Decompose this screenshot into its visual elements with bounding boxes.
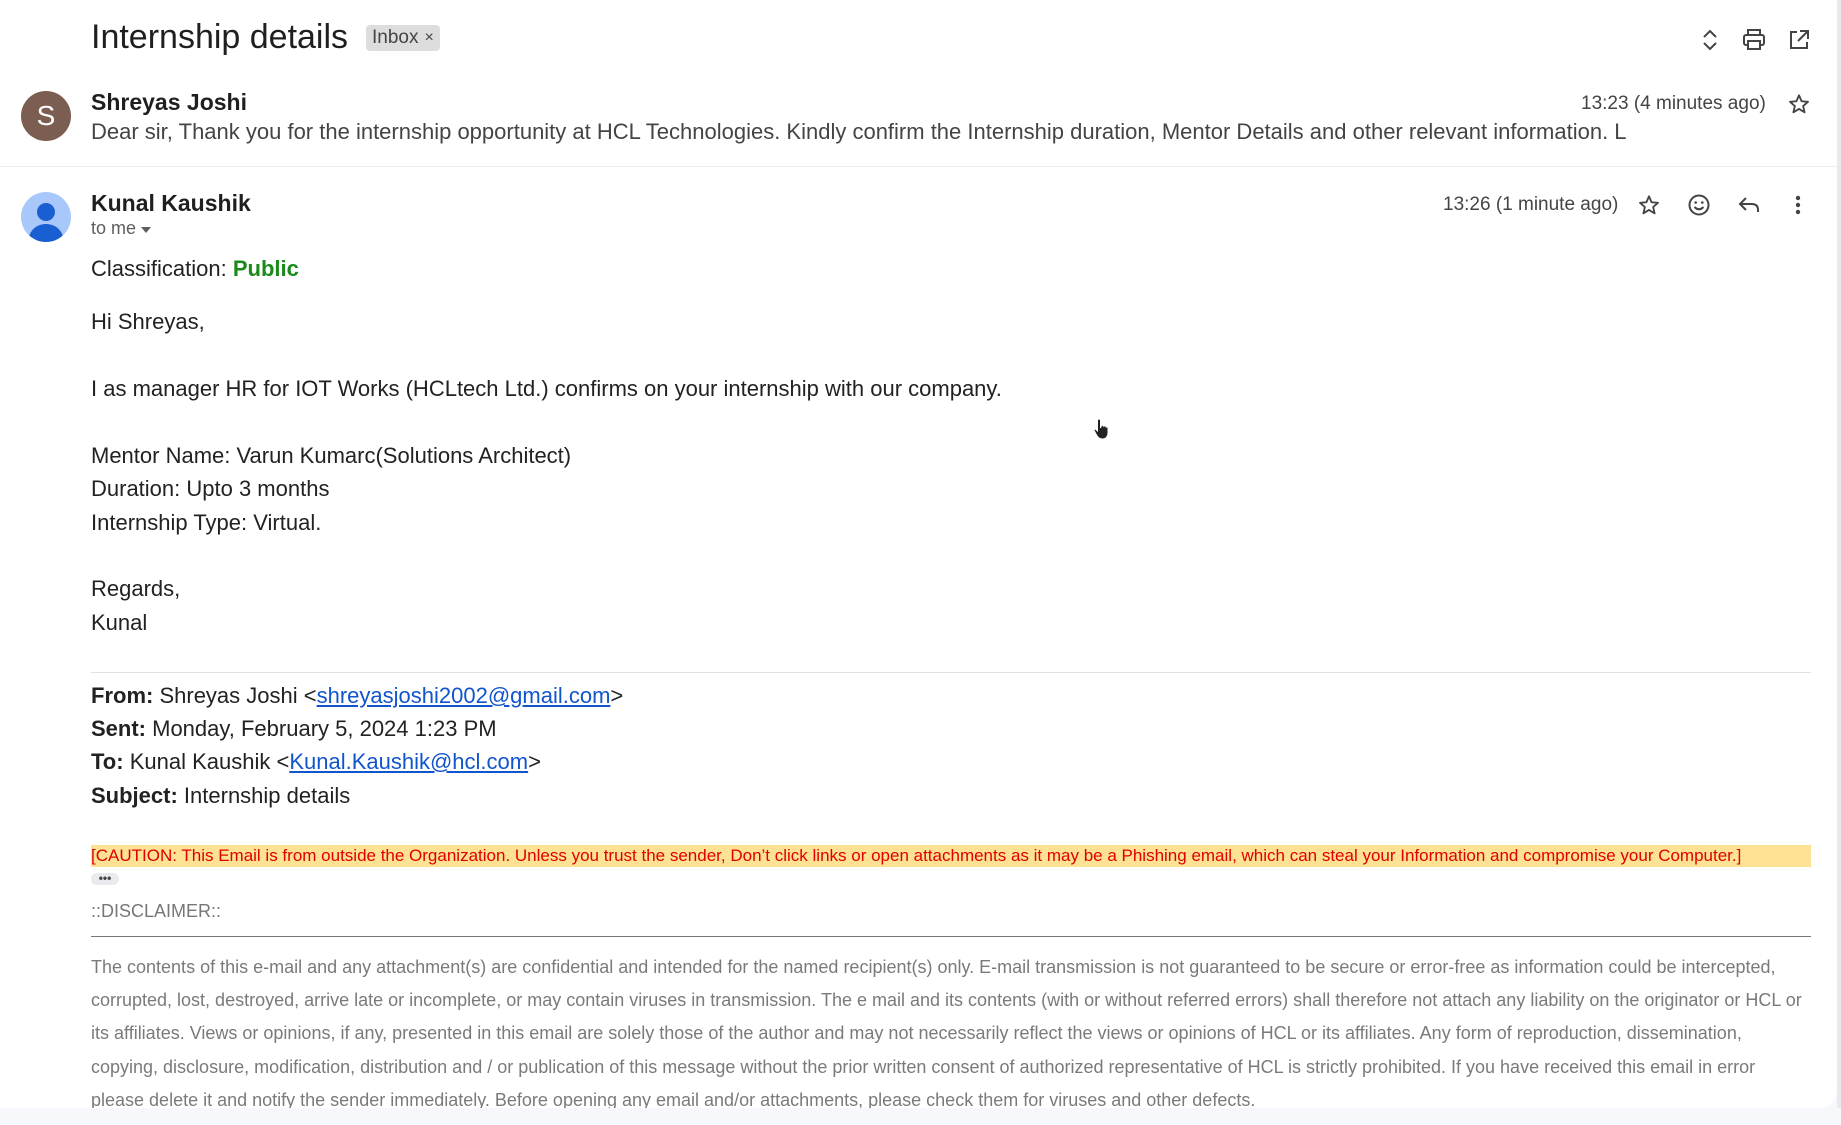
subject-label: Subject: <box>91 783 178 808</box>
email-thread-panel: Internship details Inbox × S Shreyas Jos… <box>0 0 1837 1108</box>
quoted-from: From: Shreyas Joshi <shreyasjoshi2002@gm… <box>91 683 623 709</box>
expand-collapse-icon[interactable] <box>1696 26 1724 54</box>
recipient-details-toggle[interactable]: to me <box>91 218 152 239</box>
quoted-sent: Sent: Monday, February 5, 2024 1:23 PM <box>91 716 497 742</box>
star-icon[interactable] <box>1634 190 1664 220</box>
label-name: Inbox <box>372 27 419 48</box>
to-close: > <box>528 749 541 774</box>
to-label: To: <box>91 749 124 774</box>
reply-icon[interactable] <box>1734 190 1764 220</box>
disclaimer-heading: ::DISCLAIMER:: <box>91 901 222 921</box>
sent-label: Sent: <box>91 716 146 741</box>
open-in-new-window-icon[interactable] <box>1785 26 1813 54</box>
print-icon[interactable] <box>1740 26 1768 54</box>
mentor-line: Mentor Name: Varun Kumarc(Solutions Arch… <box>91 443 572 468</box>
sender-avatar[interactable] <box>21 192 71 242</box>
classification-line: Classification: Public <box>91 256 299 282</box>
sent-value: Monday, February 5, 2024 1:23 PM <box>152 716 497 741</box>
from-label: From: <box>91 683 154 708</box>
caution-banner: [CAUTION: This Email is from outside the… <box>91 845 1811 867</box>
regards-line: Regards, <box>91 576 181 601</box>
duration-line: Duration: Upto 3 months <box>91 476 330 501</box>
show-trimmed-content-button[interactable]: ••• <box>91 872 119 885</box>
inbox-label-chip[interactable]: Inbox × <box>366 25 440 51</box>
thread-subject: Internship details <box>91 18 349 56</box>
add-reaction-icon[interactable] <box>1684 190 1714 220</box>
from-close: > <box>610 683 624 708</box>
quoted-to: To: Kunal Kaushik <Kunal.Kaushik@hcl.com… <box>91 749 541 775</box>
to-me-label: to me <box>91 218 137 238</box>
greeting: Hi Shreyas, <box>91 309 205 334</box>
message-snippet[interactable]: Dear sir, Thank you for the internship o… <box>91 119 1651 145</box>
from-name: Shreyas Joshi < <box>159 683 317 708</box>
more-options-icon[interactable] <box>1783 190 1813 220</box>
chevron-down-icon <box>141 226 152 233</box>
message-time: 13:26 (1 minute ago) <box>1443 194 1619 215</box>
hand-cursor-icon <box>1093 418 1111 445</box>
classification-value: Public <box>232 256 299 281</box>
disclaimer-divider <box>91 936 1811 937</box>
sender-name[interactable]: Kunal Kaushik <box>91 190 251 217</box>
signoff-line: Kunal <box>91 610 148 635</box>
internship-type-line: Internship Type: Virtual. <box>91 510 322 535</box>
classification-label: Classification: <box>91 256 227 281</box>
star-icon[interactable] <box>1785 90 1813 118</box>
body-paragraph: I as manager HR for IOT Works (HCLtech L… <box>91 376 1002 401</box>
subject-value: Internship details <box>183 783 351 808</box>
remove-label-icon[interactable]: × <box>424 29 433 47</box>
scrollbar[interactable] <box>1837 0 1841 1108</box>
quoted-subject: Subject: Internship details <box>91 783 350 809</box>
disclaimer-text: The contents of this e-mail and any atta… <box>91 957 1802 1108</box>
from-email-link[interactable]: shreyasjoshi2002@gmail.com <box>317 683 611 708</box>
sender-name[interactable]: Shreyas Joshi <box>91 89 247 116</box>
person-icon <box>28 203 64 242</box>
to-email-link[interactable]: Kunal.Kaushik@hcl.com <box>289 749 528 774</box>
sender-avatar[interactable]: S <box>21 91 71 141</box>
quoted-divider <box>91 672 1811 673</box>
message-divider <box>0 166 1837 167</box>
message-time: 13:23 (4 minutes ago) <box>1581 93 1766 114</box>
to-name: Kunal Kaushik < <box>129 749 290 774</box>
